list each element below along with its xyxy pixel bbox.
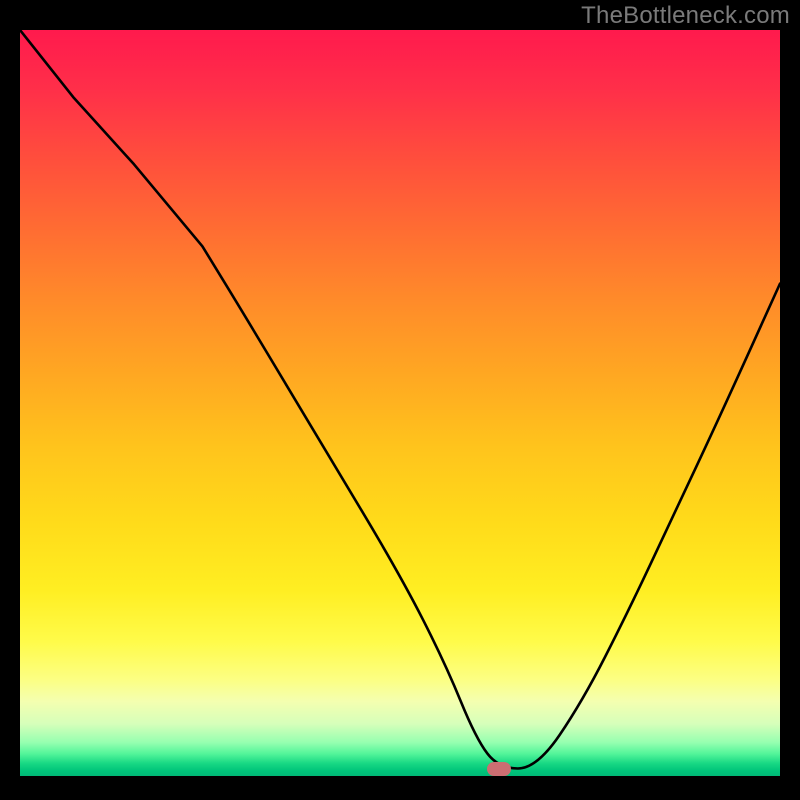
chart-frame: TheBottleneck.com bbox=[0, 0, 800, 800]
optimal-point-marker bbox=[487, 762, 511, 776]
watermark-text: TheBottleneck.com bbox=[581, 2, 790, 30]
plot-area bbox=[20, 30, 780, 776]
bottleneck-curve bbox=[20, 30, 780, 776]
